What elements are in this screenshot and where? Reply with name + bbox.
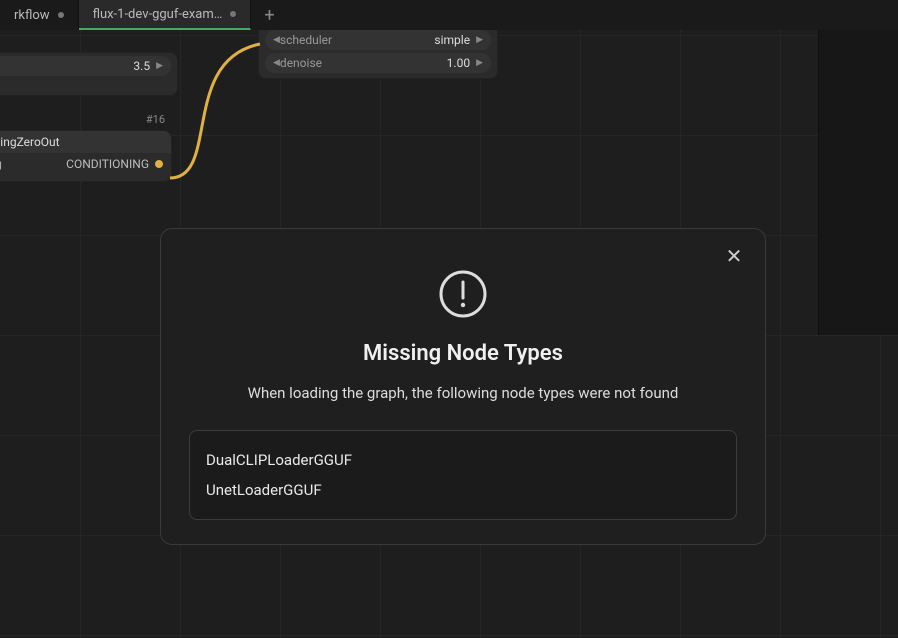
missing-node-type: UnetLoaderGGUF [206,475,720,505]
alert-icon [438,269,488,319]
dialog-message: When loading the graph, the following no… [189,384,737,402]
modal-backdrop: ✕ Missing Node Types When loading the gr… [0,0,898,638]
missing-list: DualCLIPLoaderGGUF UnetLoaderGGUF [189,430,737,520]
dialog-title: Missing Node Types [189,341,737,366]
close-icon: ✕ [726,244,743,268]
missing-node-type: DualCLIPLoaderGGUF [206,445,720,475]
missing-node-types-dialog: ✕ Missing Node Types When loading the gr… [160,228,766,545]
close-button[interactable]: ✕ [721,243,747,269]
